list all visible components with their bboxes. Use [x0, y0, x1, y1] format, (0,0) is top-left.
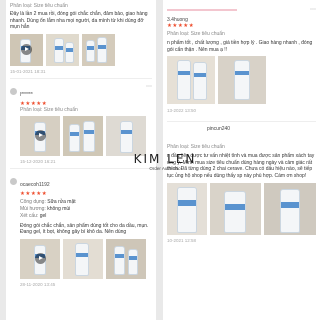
- review-photo[interactable]: [209, 183, 262, 235]
- review-photo[interactable]: [264, 183, 316, 235]
- attribute-value: gel: [39, 212, 47, 219]
- variant-label: Phân loại: Size tiêu chuẩn: [20, 106, 78, 113]
- more-options-icon[interactable]: ⋯: [146, 83, 152, 90]
- cerave-bottle-image: [114, 245, 125, 275]
- review-photo[interactable]: [106, 238, 146, 279]
- review-text: n phẩm tốt , chất lượng , giá tiền hợp l…: [167, 40, 313, 53]
- cerave-bottle-image: [193, 62, 207, 100]
- cerave-bottle-image: [83, 120, 95, 152]
- review-item: Phân loại: Size tiêu chuẩn Đây là lần 2 …: [10, 3, 152, 74]
- cerave-bottle-image: [128, 248, 138, 275]
- cerave-bottle-image: [86, 39, 95, 62]
- cerave-bottle-image: [97, 36, 107, 63]
- watermark-subtitle: Order Authentic: [149, 166, 181, 171]
- review-date: 10-2021 12:58: [167, 238, 197, 243]
- cerave-bottle-image: [177, 60, 191, 100]
- divider: [167, 121, 316, 122]
- cerave-bottle-image: [120, 120, 133, 153]
- star-rating: ★★★★★: [167, 23, 195, 29]
- attribute-row: Xét cấu: gel: [20, 213, 152, 220]
- review-text: Đóng gói chắc chắn, sản phẩm dùng tốt ch…: [20, 222, 149, 236]
- review-media: [20, 238, 152, 279]
- attribute-key: Xét cấu:: [20, 212, 39, 219]
- attribute-row: Công dụng: Sữa rửa mặt: [20, 199, 152, 206]
- review-video-thumbnail[interactable]: [20, 115, 60, 156]
- play-icon: [34, 253, 46, 264]
- review-photo[interactable]: [167, 183, 207, 235]
- review-video-thumbnail[interactable]: [10, 33, 43, 66]
- review-date: 13-2022 13:50: [167, 108, 197, 113]
- review-photo[interactable]: [167, 56, 215, 104]
- cerave-bottle-image: [234, 60, 250, 100]
- shop-watermark: KIM LEN Order Authentic: [130, 152, 200, 171]
- review-photo[interactable]: [63, 238, 103, 279]
- divider: [10, 77, 152, 79]
- star-rating: ★★★★★: [20, 190, 48, 197]
- review-media: [167, 56, 316, 104]
- variant-label: Phân loại: Size tiêu chuẩn: [167, 31, 225, 37]
- review-date: 28-11-2020 13:45: [20, 281, 56, 287]
- review-item: ocaecoh1192 ★★★★★ Công dụng: Sữa rửa mặt…: [10, 173, 152, 287]
- avatar[interactable]: [10, 87, 17, 95]
- cerave-bottle-image: [75, 242, 89, 276]
- attribute-key: Công dụng:: [20, 198, 46, 205]
- review-photo[interactable]: [46, 33, 79, 66]
- reviewer-name[interactable]: pincun240: [207, 126, 316, 132]
- variant-label: Phân loại: Size tiêu chuẩn: [167, 144, 225, 150]
- review-text: Đây là lần 2 mua rồi, đóng gói chắc chắn…: [10, 11, 148, 30]
- watermark-brand: KIM LEN: [133, 152, 197, 166]
- cerave-bottle-image: [177, 187, 197, 233]
- review-media: [20, 115, 152, 156]
- review-date: 15-01-2021 18:31: [10, 68, 46, 74]
- review-attributes: Công dụng: Sữa rửa mặt Mùi hương: không …: [20, 199, 152, 220]
- review-photo[interactable]: [82, 33, 115, 66]
- avatar[interactable]: [10, 177, 17, 185]
- reviewer-name[interactable]: l******: [20, 92, 33, 98]
- attribute-row: Mùi hương: không mùi: [20, 206, 152, 213]
- review-photo[interactable]: [106, 115, 146, 156]
- attribute-value: không mùi: [47, 205, 71, 212]
- review-video-thumbnail[interactable]: [20, 238, 60, 279]
- cerave-bottle-image: [65, 41, 74, 63]
- attribute-value: Sữa rửa mặt: [47, 198, 76, 205]
- review-photo[interactable]: [63, 115, 103, 156]
- cerave-bottle-image: [280, 189, 301, 233]
- attribute-key: Mùi hương:: [20, 205, 46, 212]
- reviewer-name[interactable]: ocaecoh1192: [20, 182, 50, 188]
- variant-label: Phân loại: Size tiêu chuẩn: [10, 3, 68, 9]
- review-item: ⋯ 3.4huong ★★★★★ Phân loại: Size tiêu ch…: [167, 3, 316, 113]
- review-item: pincun240 Phân loại: Size tiêu chuẩn n đ…: [167, 126, 316, 243]
- play-icon: [34, 130, 46, 141]
- pink-bar: [167, 9, 237, 11]
- more-options-icon[interactable]: ⋯: [310, 6, 316, 13]
- review-media: [167, 183, 316, 235]
- play-icon: [21, 44, 32, 55]
- review-photo[interactable]: [218, 56, 266, 104]
- cerave-bottle-image: [223, 191, 246, 233]
- top-icon-row: ⋯: [167, 3, 316, 17]
- cerave-bottle-image: [69, 123, 80, 152]
- review-media: [10, 33, 152, 66]
- cerave-bottle-image: [54, 37, 64, 63]
